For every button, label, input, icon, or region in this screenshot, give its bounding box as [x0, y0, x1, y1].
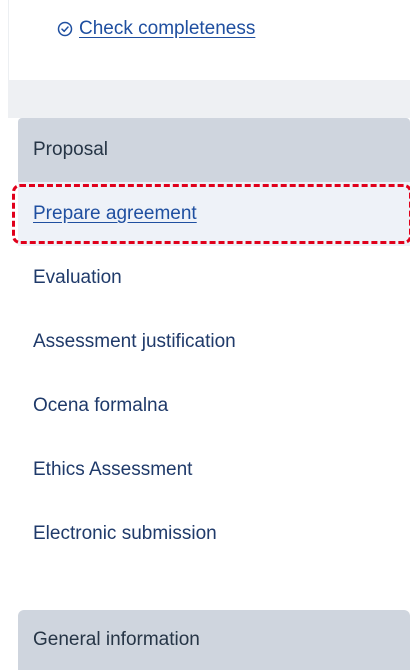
menu-item-label: Prepare agreement [33, 203, 197, 224]
page: Check completeness Proposal Prepare agre… [0, 0, 410, 670]
menu-item-electronic-submission[interactable]: Electronic submission [18, 502, 410, 566]
menu-item-evaluation[interactable]: Evaluation [18, 246, 410, 310]
menu-item-ethics-assessment[interactable]: Ethics Assessment [18, 438, 410, 502]
menu-item-label: Evaluation [33, 267, 122, 288]
check-circle-icon [57, 21, 73, 37]
separator-band [8, 80, 410, 118]
menu-item-prepare-agreement[interactable]: Prepare agreement [12, 182, 410, 246]
menu-item-label: Ocena formalna [33, 395, 169, 416]
menu-section-label: General information [33, 629, 200, 650]
menu-item-label: Electronic submission [33, 523, 217, 544]
menu-section-label: Proposal [33, 139, 108, 160]
menu-section-general-information[interactable]: General information [18, 610, 410, 670]
menu-item-ocena-formalna[interactable]: Ocena formalna [18, 374, 410, 438]
menu-section-proposal[interactable]: Proposal [18, 118, 410, 182]
check-completeness-label: Check completeness [79, 18, 256, 39]
menu-item-label: Assessment justification [33, 331, 236, 352]
completeness-card: Check completeness [8, 0, 410, 80]
menu-item-assessment-justification[interactable]: Assessment justification [18, 310, 410, 374]
menu-item-label: Ethics Assessment [33, 459, 193, 480]
check-completeness-link[interactable]: Check completeness [57, 18, 255, 40]
process-menu: Proposal Prepare agreement Evaluation As… [12, 118, 410, 566]
